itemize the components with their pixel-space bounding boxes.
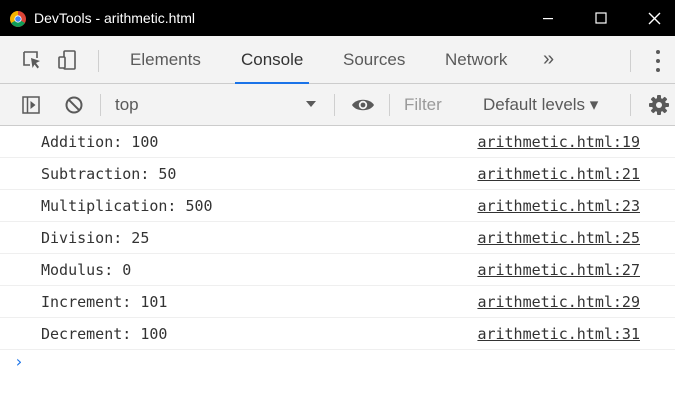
more-tabs-button[interactable]: » xyxy=(543,36,554,84)
minimize-icon xyxy=(543,18,553,20)
message-text: Multiplication: 500 xyxy=(41,197,213,215)
gear-icon[interactable] xyxy=(648,94,670,116)
log-levels-dropdown[interactable]: Default levels ▾ xyxy=(483,92,598,118)
show-sidebar-icon[interactable] xyxy=(22,96,40,114)
console-output: Addition: 100 arithmetic.html:19 Subtrac… xyxy=(0,127,675,406)
toolbar-divider xyxy=(334,94,335,116)
message-text: Modulus: 0 xyxy=(41,261,132,279)
console-prompt[interactable]: › xyxy=(14,352,24,371)
title-bar: DevTools - arithmetic.html xyxy=(0,0,675,36)
maximize-icon xyxy=(595,12,607,24)
close-icon xyxy=(648,12,660,24)
window-title: DevTools - arithmetic.html xyxy=(34,10,196,26)
message-text: Decrement: 100 xyxy=(41,325,168,343)
console-message: Modulus: 0 arithmetic.html:27 xyxy=(0,255,675,286)
message-text: Division: 25 xyxy=(41,229,150,247)
filter-input[interactable]: Filter xyxy=(404,92,442,118)
console-message: Increment: 101 arithmetic.html:29 xyxy=(0,287,675,318)
source-link[interactable]: arithmetic.html:21 xyxy=(477,165,640,183)
console-message: Decrement: 100 arithmetic.html:31 xyxy=(0,319,675,350)
console-message: Addition: 100 arithmetic.html:19 xyxy=(0,127,675,158)
close-button[interactable] xyxy=(631,0,675,36)
context-selector[interactable]: top xyxy=(115,92,139,118)
source-link[interactable]: arithmetic.html:25 xyxy=(477,229,640,247)
console-message: Subtraction: 50 arithmetic.html:21 xyxy=(0,159,675,190)
console-toolbar: top Filter Default levels ▾ xyxy=(0,84,675,126)
toolbar-divider xyxy=(630,50,631,72)
chrome-icon xyxy=(10,11,26,27)
message-text: Subtraction: 50 xyxy=(41,165,177,183)
tab-elements[interactable]: Elements xyxy=(130,36,201,84)
device-toggle-icon[interactable] xyxy=(58,50,78,70)
message-text: Increment: 101 xyxy=(41,293,168,311)
tab-network[interactable]: Network xyxy=(445,36,507,84)
message-text: Addition: 100 xyxy=(41,133,159,151)
source-link[interactable]: arithmetic.html:27 xyxy=(477,261,640,279)
live-expression-eye-icon[interactable] xyxy=(351,96,375,114)
source-link[interactable]: arithmetic.html:23 xyxy=(477,197,640,215)
more-options-icon[interactable] xyxy=(654,50,662,72)
inspect-element-icon[interactable] xyxy=(22,50,42,70)
source-link[interactable]: arithmetic.html:29 xyxy=(477,293,640,311)
toolbar-divider xyxy=(100,94,101,116)
minimize-button[interactable] xyxy=(525,0,571,36)
source-link[interactable]: arithmetic.html:19 xyxy=(477,133,640,151)
source-link[interactable]: arithmetic.html:31 xyxy=(477,325,640,343)
console-message: Division: 25 arithmetic.html:25 xyxy=(0,223,675,254)
toolbar-divider xyxy=(98,50,99,72)
console-message: Multiplication: 500 arithmetic.html:23 xyxy=(0,191,675,222)
devtools-tab-bar: Elements Console Sources Network » xyxy=(0,36,675,84)
toolbar-divider xyxy=(630,94,631,116)
maximize-button[interactable] xyxy=(578,0,624,36)
chevron-down-icon[interactable] xyxy=(306,101,316,107)
clear-console-icon[interactable] xyxy=(64,95,84,115)
tab-sources[interactable]: Sources xyxy=(343,36,405,84)
toolbar-divider xyxy=(389,94,390,116)
tab-console[interactable]: Console xyxy=(234,36,310,84)
